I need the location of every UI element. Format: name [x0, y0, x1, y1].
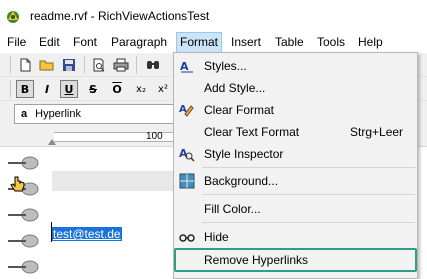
superscript-button[interactable]: x²	[154, 80, 172, 98]
menu-item-styles[interactable]: A Styles...	[174, 55, 417, 77]
strikethrough-button[interactable]: S	[84, 80, 102, 98]
menu-item-label: Remove Hyperlinks	[204, 253, 309, 267]
menu-item-fill-color[interactable]: Fill Color...	[174, 198, 417, 220]
menu-item-remove-hyperlinks[interactable]: Remove Hyperlinks	[174, 248, 417, 272]
indent-marker[interactable]	[48, 139, 56, 145]
menu-paragraph[interactable]: Paragraph	[108, 32, 170, 53]
underline-button[interactable]: U	[60, 80, 78, 98]
menu-item-label: Style Inspector	[204, 147, 284, 161]
shaded-paragraph	[52, 171, 174, 191]
menu-item-background[interactable]: Background...	[174, 170, 417, 192]
svg-text:A: A	[180, 60, 189, 73]
menu-insert[interactable]: Insert	[228, 32, 264, 53]
style-combo[interactable]: a Hyperlink	[14, 104, 174, 124]
save-icon[interactable]	[60, 56, 78, 74]
new-document-icon[interactable]	[16, 56, 34, 74]
menu-tools[interactable]: Tools	[314, 32, 348, 53]
spiral-binding-icon	[8, 156, 39, 274]
window-title: readme.rvf - RichViewActionsTest	[30, 9, 210, 23]
clear-format-icon: A	[179, 102, 195, 118]
toolbar-grip	[10, 56, 11, 74]
title-bar: readme.rvf - RichViewActionsTest	[0, 0, 427, 32]
menu-item-label: Hide	[204, 230, 229, 244]
ruler-mark: 100	[146, 131, 163, 142]
menu-file[interactable]: File	[4, 32, 29, 53]
print-icon[interactable]	[112, 56, 130, 74]
style-inspector-icon: A	[179, 146, 195, 162]
menu-separator	[202, 194, 415, 195]
styles-icon: A	[179, 58, 195, 74]
menu-font[interactable]: Font	[70, 32, 100, 53]
menu-item-style-inspector[interactable]: A Style Inspector	[174, 143, 417, 165]
bold-button[interactable]: B	[16, 80, 34, 98]
menu-help[interactable]: Help	[355, 32, 386, 53]
print-preview-icon[interactable]	[90, 56, 108, 74]
menu-item-label: Styles...	[204, 59, 247, 73]
toolbar-separator	[84, 56, 85, 74]
open-folder-icon[interactable]	[38, 56, 56, 74]
menu-item-label: Fill Color...	[204, 202, 261, 216]
hide-icon	[179, 229, 195, 245]
find-icon[interactable]	[144, 56, 162, 74]
menu-table[interactable]: Table	[272, 32, 307, 53]
menu-item-clear-text-format[interactable]: Clear Text Format Strg+Leer	[174, 121, 417, 143]
background-icon	[179, 173, 195, 189]
toolbar-grip	[10, 80, 11, 98]
menu-separator	[202, 167, 415, 168]
menu-bar: File Edit Font Paragraph Format Insert T…	[0, 32, 427, 53]
hyperlink-text[interactable]: test@test.de	[52, 227, 122, 241]
hand-cursor-icon	[10, 175, 26, 200]
menu-item-hide[interactable]: Hide	[174, 226, 417, 248]
menu-item-shortcut: Strg+Leer	[350, 125, 404, 139]
italic-button[interactable]: I	[38, 80, 56, 98]
toolbar-separator	[136, 56, 137, 74]
menu-item-label: Clear Text Format	[204, 125, 300, 139]
overline-button[interactable]: O	[108, 80, 126, 98]
menu-separator	[202, 222, 415, 223]
style-glyph: a	[21, 108, 28, 120]
menu-item-label: Add Style...	[204, 81, 266, 95]
menu-format[interactable]: Format	[176, 32, 223, 53]
menu-item-add-style[interactable]: Add Style...	[174, 77, 417, 99]
menu-item-clear-format[interactable]: A Clear Format	[174, 99, 417, 121]
menu-edit[interactable]: Edit	[36, 32, 63, 53]
subscript-button[interactable]: x₂	[132, 80, 150, 98]
menu-item-label: Background...	[204, 174, 279, 188]
app-icon	[5, 8, 21, 24]
style-combo-value: Hyperlink	[35, 108, 81, 120]
format-menu: A Styles... Add Style... A Clear Format …	[173, 52, 418, 279]
menu-item-label: Clear Format	[204, 103, 275, 117]
